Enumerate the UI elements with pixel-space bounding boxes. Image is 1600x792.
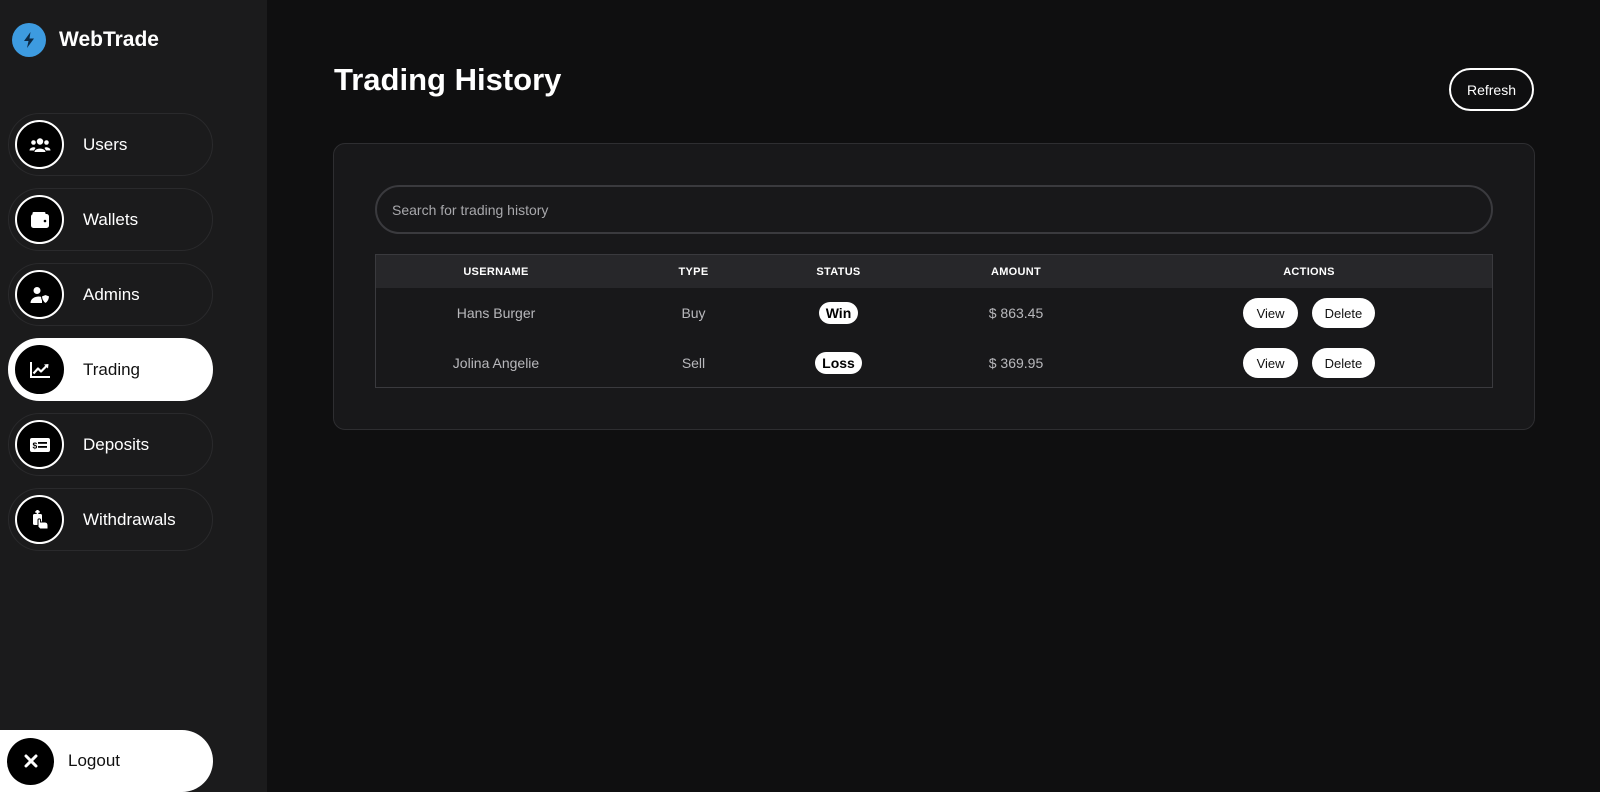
column-header-amount[interactable]: AMOUNT bbox=[906, 255, 1126, 288]
wallet-icon bbox=[15, 195, 64, 244]
cell-status: Loss bbox=[771, 338, 906, 388]
cell-username: Jolina Angelie bbox=[452, 355, 540, 371]
cell-actions: View Delete bbox=[1126, 338, 1492, 388]
cell-amount: $ 369.95 bbox=[988, 355, 1044, 371]
status-badge: Loss bbox=[815, 352, 862, 374]
sidebar-nav: Users Wallets Admins Trading $ Deposits … bbox=[8, 113, 213, 563]
sidebar-item-label: Wallets bbox=[83, 209, 139, 229]
sidebar: WebTrade Users Wallets Admins Trading $ … bbox=[0, 0, 267, 792]
brand-name: WebTrade bbox=[59, 28, 159, 51]
main-content: Trading History Refresh USERNAME TYPE ST… bbox=[267, 0, 1600, 792]
search-input[interactable] bbox=[375, 185, 1493, 234]
column-header-type[interactable]: TYPE bbox=[616, 255, 771, 288]
view-button[interactable]: View bbox=[1243, 348, 1299, 378]
sidebar-item-trading[interactable]: Trading bbox=[8, 338, 213, 401]
column-header-actions: ACTIONS bbox=[1283, 265, 1335, 278]
sidebar-item-admins[interactable]: Admins bbox=[8, 263, 213, 326]
cell-type: Sell bbox=[681, 355, 706, 371]
trading-table: USERNAME TYPE STATUS AMOUNT ACTIONS Hans… bbox=[375, 254, 1493, 388]
cell-status: Win bbox=[771, 288, 906, 338]
delete-button[interactable]: Delete bbox=[1311, 298, 1375, 328]
sidebar-item-label: Withdrawals bbox=[83, 509, 176, 529]
sidebar-item-label: Users bbox=[83, 134, 128, 154]
sidebar-item-withdrawals[interactable]: Withdrawals bbox=[8, 488, 213, 551]
sidebar-item-deposits[interactable]: $ Deposits bbox=[8, 413, 213, 476]
sidebar-item-label: Admins bbox=[83, 284, 140, 304]
users-icon bbox=[15, 120, 64, 169]
refresh-button[interactable]: Refresh bbox=[1449, 68, 1534, 111]
logout-label: Logout bbox=[68, 751, 120, 770]
trading-history-card: USERNAME TYPE STATUS AMOUNT ACTIONS Hans… bbox=[333, 143, 1535, 430]
money-bill-icon: $ bbox=[15, 420, 64, 469]
table-row: Hans Burger Buy Win $ 863.45 View Delete bbox=[376, 288, 1492, 338]
chart-line-icon bbox=[15, 345, 64, 394]
column-header-status[interactable]: STATUS bbox=[771, 255, 906, 288]
cell-username: Hans Burger bbox=[456, 305, 536, 321]
logout-button[interactable]: Logout bbox=[0, 730, 213, 792]
column-header-username[interactable]: USERNAME bbox=[376, 255, 616, 288]
svg-text:$: $ bbox=[32, 440, 37, 450]
admin-shield-icon bbox=[15, 270, 64, 319]
cell-amount: $ 863.45 bbox=[988, 305, 1044, 321]
sidebar-item-users[interactable]: Users bbox=[8, 113, 213, 176]
page-title: Trading History bbox=[334, 62, 562, 97]
cell-type: Buy bbox=[681, 305, 706, 321]
sidebar-item-wallets[interactable]: Wallets bbox=[8, 188, 213, 251]
sidebar-item-label: Trading bbox=[83, 359, 141, 379]
cell-actions: View Delete bbox=[1126, 288, 1492, 338]
table-header-row: USERNAME TYPE STATUS AMOUNT ACTIONS bbox=[376, 255, 1492, 288]
brand[interactable]: WebTrade bbox=[12, 23, 159, 57]
status-badge: Win bbox=[818, 302, 859, 324]
sidebar-item-label: Deposits bbox=[83, 434, 150, 454]
lightning-icon bbox=[12, 23, 46, 57]
withdraw-hand-icon bbox=[15, 495, 64, 544]
close-icon bbox=[7, 737, 54, 785]
view-button[interactable]: View bbox=[1243, 298, 1299, 328]
table-row: Jolina Angelie Sell Loss $ 369.95 View D… bbox=[376, 338, 1492, 388]
delete-button[interactable]: Delete bbox=[1311, 348, 1375, 378]
